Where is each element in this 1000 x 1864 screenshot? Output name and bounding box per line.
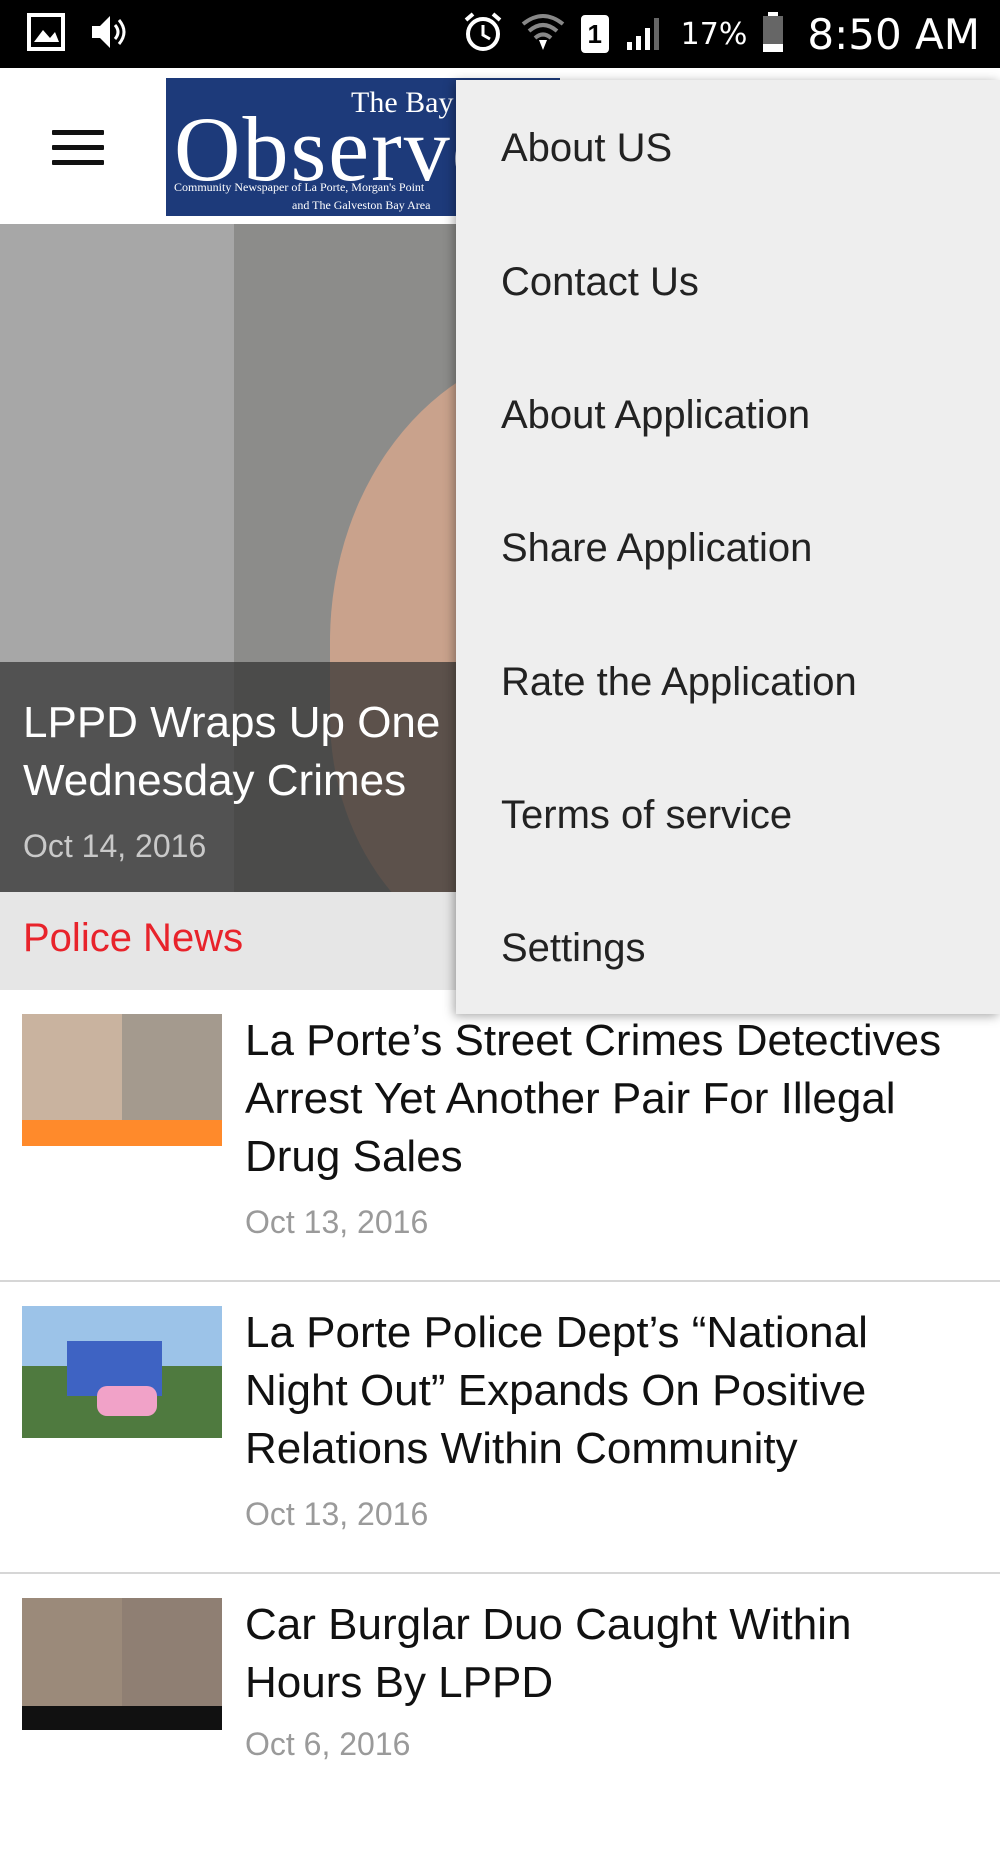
logo-subtitle-1: Community Newspaper of La Porte, Morgan'…: [174, 180, 425, 194]
article-item[interactable]: La Porte Police Dept’s “National Night O…: [0, 1282, 1000, 1574]
menu-item-contact-us[interactable]: Contact Us: [501, 260, 699, 305]
article-item[interactable]: La Porte’s Street Crimes Detectives Arre…: [0, 990, 1000, 1282]
battery-icon: [761, 11, 785, 58]
image-icon: [26, 12, 66, 57]
sim-label: 1: [587, 18, 602, 49]
menu-item-about-application[interactable]: About Application: [501, 393, 810, 438]
article-item[interactable]: Car Burglar Duo Caught Within Hours By L…: [0, 1574, 1000, 1864]
article-title[interactable]: La Porte Police Dept’s “National Night O…: [245, 1304, 975, 1478]
article-thumbnail: [22, 1306, 222, 1438]
clock: 8:50 AM: [807, 9, 980, 59]
article-title[interactable]: Car Burglar Duo Caught Within Hours By L…: [245, 1596, 975, 1712]
overflow-menu: About US Contact Us About Application Sh…: [456, 80, 1000, 1014]
menu-item-about-us[interactable]: About US: [501, 126, 672, 171]
article-list: La Porte’s Street Crimes Detectives Arre…: [0, 990, 1000, 1864]
article-title[interactable]: La Porte’s Street Crimes Detectives Arre…: [245, 1012, 975, 1186]
wifi-icon: [519, 10, 567, 59]
article-date: Oct 13, 2016: [245, 1496, 429, 1532]
signal-icon: [623, 12, 667, 57]
article-date: Oct 6, 2016: [245, 1726, 411, 1762]
volume-icon: [88, 12, 134, 57]
article-thumbnail: [22, 1598, 222, 1730]
menu-item-share-application[interactable]: Share Application: [501, 526, 812, 571]
menu-item-rate-application[interactable]: Rate the Application: [501, 660, 857, 705]
status-bar: 1 17% 8:50 AM: [0, 0, 1000, 68]
hero-date: Oct 14, 2016: [23, 828, 207, 864]
sim-icon: 1: [580, 15, 609, 53]
article-thumbnail: [22, 1014, 222, 1146]
menu-icon[interactable]: [52, 130, 104, 166]
alarm-icon: [461, 10, 505, 59]
section-title[interactable]: Police News: [23, 916, 243, 961]
article-date: Oct 13, 2016: [245, 1204, 429, 1240]
menu-item-settings[interactable]: Settings: [501, 926, 646, 971]
logo-subtitle-2: and The Galveston Bay Area: [292, 198, 431, 212]
battery-percent: 17%: [680, 16, 748, 52]
menu-item-terms-of-service[interactable]: Terms of service: [501, 793, 792, 838]
